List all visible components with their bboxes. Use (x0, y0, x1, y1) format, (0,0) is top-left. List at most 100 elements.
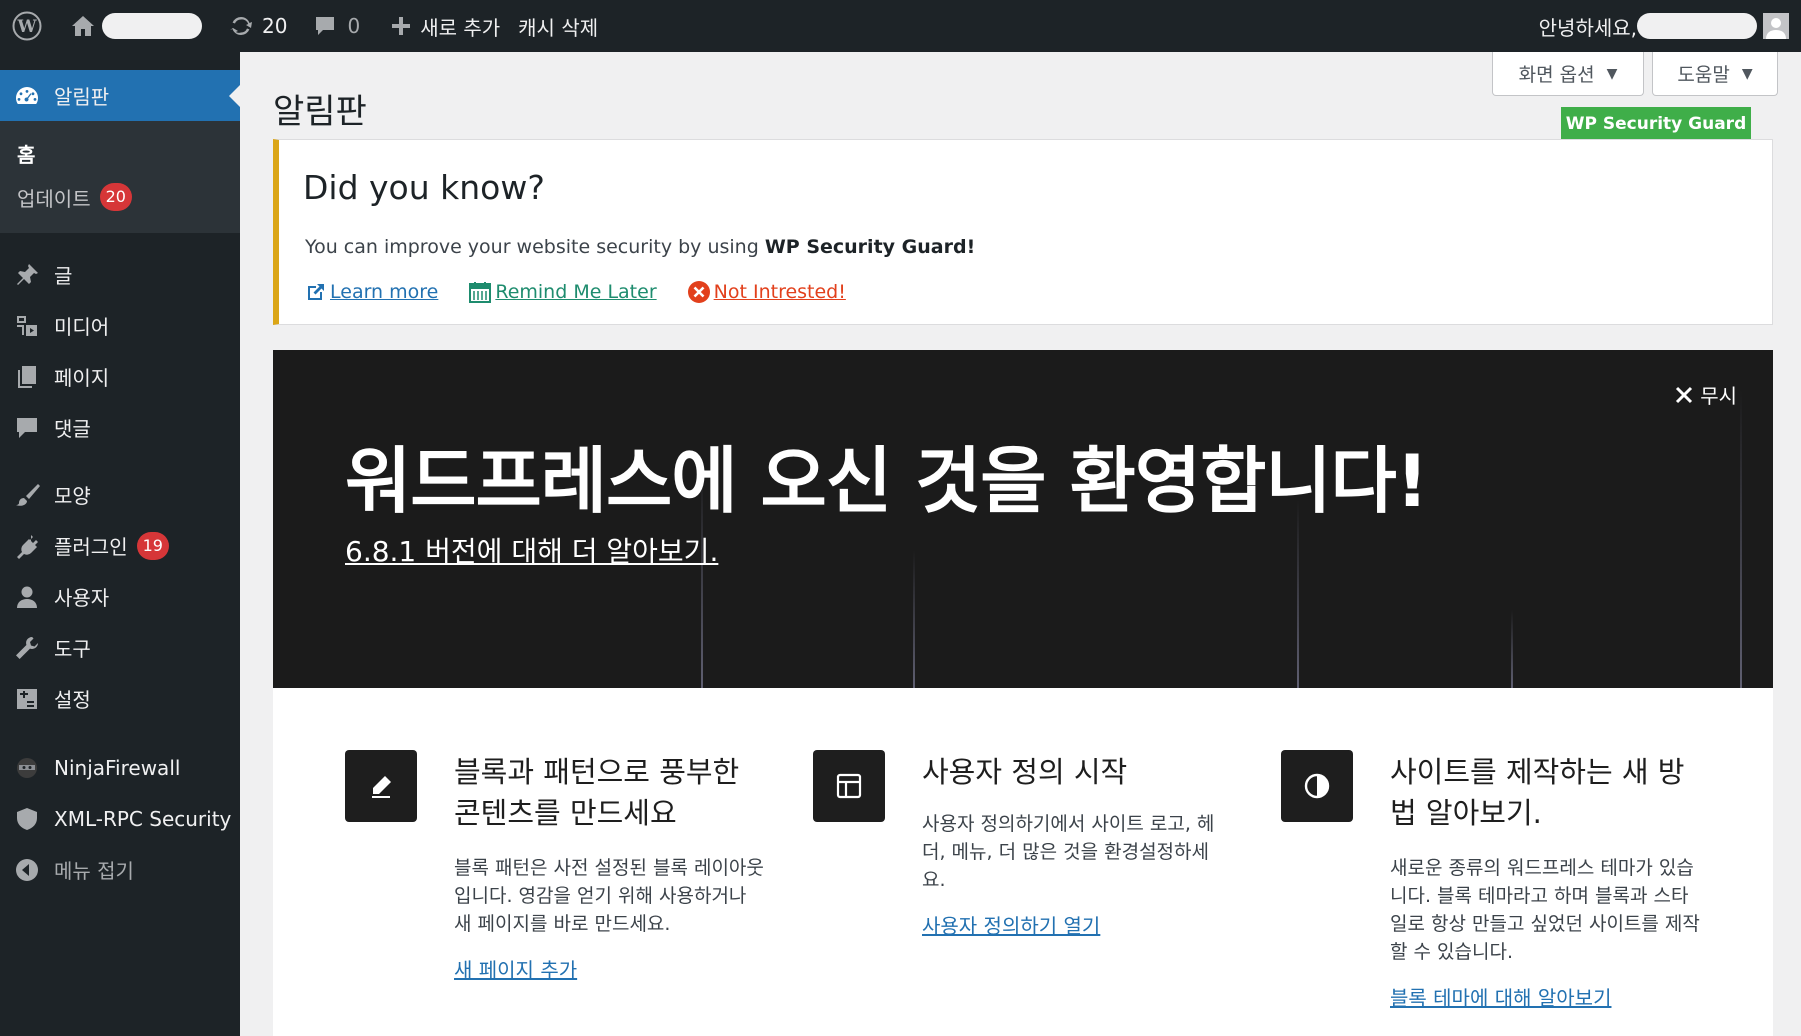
dismiss-welcome-button[interactable]: 무시 (1674, 380, 1737, 409)
column-text: 사용자 정의하기에서 사이트 로고, 헤더, 메뉴, 더 많은 것을 환경설정하… (922, 813, 1215, 891)
layout-icon (813, 750, 885, 822)
remind-later-label: Remind Me Later (495, 281, 657, 303)
settings-icon (13, 685, 41, 713)
username-redacted (1637, 13, 1757, 39)
wrench-icon (13, 634, 41, 662)
menu-ninjafirewall[interactable]: NinjaFirewall (0, 742, 240, 793)
dashboard-submenu: 홈 업데이트 20 (0, 121, 240, 233)
wordpress-logo-icon[interactable]: W (0, 0, 54, 52)
wp-security-guard-tag: WP Security Guard (1561, 107, 1751, 140)
plus-icon (390, 15, 412, 37)
plugins-badge: 19 (136, 531, 169, 560)
version-link[interactable]: 6.8.1 버전에 대해 더 알아보기. (345, 530, 718, 570)
dashboard-icon (13, 82, 41, 110)
column-heading: 사이트를 제작하는 새 방법 알아보기. (1390, 755, 1685, 830)
shield-icon (13, 805, 41, 833)
menu-appearance-label: 모양 (54, 484, 91, 508)
menu-users[interactable]: 사용자 (0, 571, 240, 622)
submenu-updates[interactable]: 업데이트 20 (0, 175, 240, 219)
menu-pages[interactable]: 페이지 (0, 351, 240, 402)
learn-more-label: Learn more (330, 281, 439, 303)
close-circle-icon (687, 281, 710, 303)
column-text: 새로운 종류의 워드프레스 테마가 있습니다. 블록 테마라고 하며 블록과 스… (1390, 857, 1700, 963)
decorative-streak (1740, 390, 1742, 688)
media-icon (13, 312, 41, 340)
notice-text: You can improve your website security by… (305, 236, 975, 258)
welcome-panel: 무시 워드프레스에 오신 것을 환영합니다! 6.8.1 버전에 대해 더 알아… (273, 350, 1773, 688)
not-interested-link[interactable]: Not Intrested! (687, 280, 846, 304)
notice-text-bold: WP Security Guard! (764, 236, 976, 258)
collapse-menu-button[interactable]: 메뉴 접기 (0, 844, 240, 895)
caret-down-icon: ▼ (1606, 65, 1618, 82)
menu-posts-label: 글 (54, 264, 73, 288)
menu-tools[interactable]: 도구 (0, 622, 240, 673)
help-button[interactable]: 도움말 ▼ (1652, 52, 1778, 96)
menu-xmlrpc-label: XML-RPC Security (54, 806, 232, 831)
welcome-columns: 블록과 패턴으로 풍부한 콘텐츠를 만드세요 블록 패턴은 사전 설정된 블록 … (273, 688, 1773, 1036)
menu-media-label: 미디어 (54, 315, 110, 339)
greeting: 안녕하세요, (1538, 15, 1637, 40)
my-account-menu[interactable]: 안녕하세요, (1539, 0, 1801, 52)
block-themes-link[interactable]: 블록 테마에 대해 알아보기 (1390, 982, 1611, 1011)
menu-plugins[interactable]: 플러그인 19 (0, 520, 240, 571)
security-notice: Did you know? You can improve your websi… (273, 139, 1773, 325)
menu-dashboard-label: 알림판 (54, 85, 110, 109)
menu-settings[interactable]: 설정 (0, 673, 240, 724)
comments-count: 0 (347, 14, 361, 38)
admin-bar: W 20 0 새로 추가 캐시 삭제 안녕하세요, (0, 0, 1801, 52)
updates-count: 20 (262, 14, 288, 38)
menu-media[interactable]: 미디어 (0, 300, 240, 351)
comment-icon (313, 14, 337, 38)
menu-posts[interactable]: 글 (0, 249, 240, 300)
not-interested-label: Not Intrested! (713, 281, 846, 303)
submenu-home-label: 홈 (17, 142, 36, 167)
column-heading: 사용자 정의 시작 (922, 755, 1128, 789)
menu-pages-label: 페이지 (54, 366, 110, 390)
menu-tools-label: 도구 (54, 637, 91, 661)
pencil-icon (345, 750, 417, 822)
refresh-icon (228, 13, 254, 39)
external-link-icon (308, 284, 324, 300)
notice-actions: Learn more Remind Me Later Not Intrested… (305, 280, 876, 304)
submenu-home[interactable]: 홈 (0, 131, 240, 175)
menu-dashboard[interactable]: 알림판 (0, 70, 240, 121)
comments-menu[interactable]: 0 (297, 0, 370, 52)
menu-xmlrpc-security[interactable]: XML-RPC Security (0, 793, 240, 844)
pushpin-icon (13, 261, 41, 289)
site-name-menu[interactable] (54, 0, 212, 52)
notice-text-prefix: You can improve your website security by… (305, 236, 765, 258)
collapse-menu-label: 메뉴 접기 (54, 859, 134, 883)
page-title: 알림판 (273, 92, 367, 132)
dismiss-label: 무시 (1700, 384, 1737, 408)
help-label: 도움말 (1677, 64, 1730, 86)
updates-badge: 20 (99, 183, 132, 211)
menu-plugins-label: 플러그인 (54, 535, 128, 559)
screen-options-button[interactable]: 화면 옵션 ▼ (1492, 52, 1644, 96)
home-icon (70, 13, 96, 39)
column-heading: 블록과 패턴으로 풍부한 콘텐츠를 만드세요 (454, 755, 740, 830)
clear-cache-label: 캐시 삭제 (518, 15, 599, 40)
admin-menu: 알림판 홈 업데이트 20 글 미디어 페이지 댓글 모양 플러그인 19 사용… (0, 52, 240, 1036)
screen-options-label: 화면 옵션 (1518, 64, 1595, 86)
notice-title: Did you know? (303, 168, 545, 207)
add-new-page-link[interactable]: 새 페이지 추가 (454, 954, 577, 983)
menu-comments-label: 댓글 (54, 417, 91, 441)
new-content-menu[interactable]: 새로 추가 (370, 0, 510, 52)
caret-down-icon: ▼ (1741, 65, 1753, 82)
paintbrush-icon (13, 481, 41, 509)
menu-appearance[interactable]: 모양 (0, 469, 240, 520)
collapse-arrow-icon (13, 856, 41, 884)
clear-cache-button[interactable]: 캐시 삭제 (510, 0, 608, 52)
decorative-streak (913, 550, 915, 688)
submenu-updates-label: 업데이트 (17, 186, 91, 211)
menu-comments[interactable]: 댓글 (0, 402, 240, 453)
updates-menu[interactable]: 20 (212, 0, 297, 52)
site-name-redacted (102, 13, 202, 39)
menu-settings-label: 설정 (54, 688, 91, 712)
learn-more-link[interactable]: Learn more (305, 281, 438, 303)
calendar-icon (469, 282, 492, 303)
remind-later-link[interactable]: Remind Me Later (468, 280, 657, 304)
open-customizer-link[interactable]: 사용자 정의하기 열기 (922, 910, 1100, 939)
contrast-icon (1281, 750, 1353, 822)
column-text: 블록 패턴은 사전 설정된 블록 레이아웃입니다. 영감을 얻기 위해 사용하거… (454, 857, 764, 935)
